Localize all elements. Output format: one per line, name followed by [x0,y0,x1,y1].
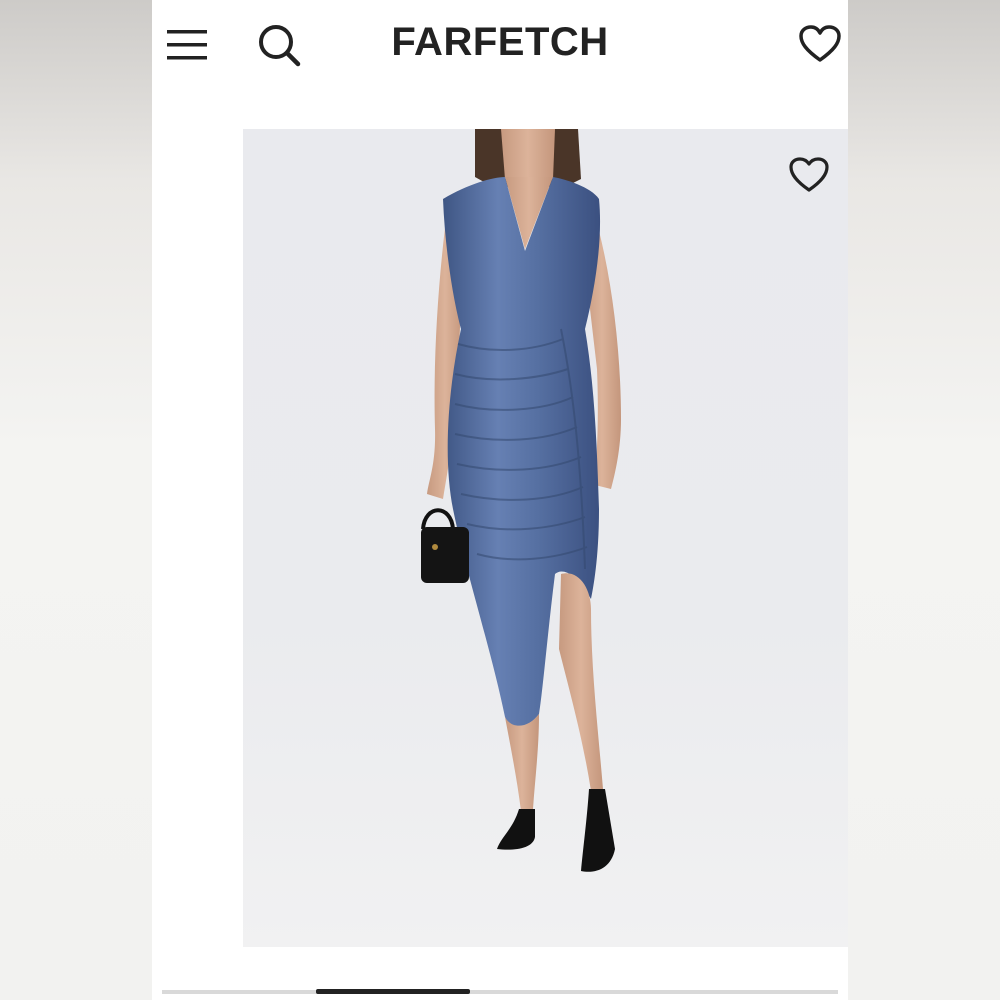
brand-logo[interactable]: FARFETCH [152,20,848,65]
scroll-thumb[interactable] [316,989,470,994]
dress-photo [421,129,621,872]
right-backdrop [848,0,1000,1000]
product-wishlist-heart-icon[interactable] [787,156,831,194]
product-image[interactable] [243,129,848,947]
scroll-track[interactable] [162,990,838,994]
app-screen: FARFETCH [152,0,848,1000]
wishlist-heart-icon[interactable] [798,24,842,64]
left-backdrop [0,0,152,1000]
